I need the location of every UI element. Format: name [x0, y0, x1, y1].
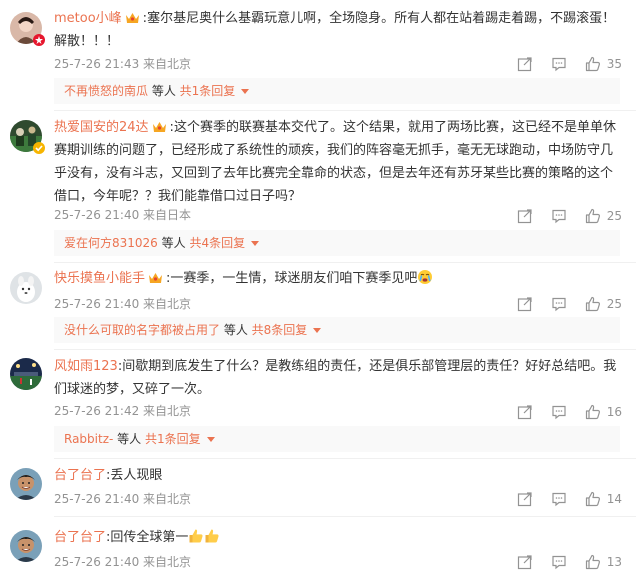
reply-username[interactable]: 爱在何方831026 [64, 236, 158, 250]
reply-username[interactable]: Rabbitz- [64, 432, 113, 446]
comment-username[interactable]: 热爱国安的24达 [54, 120, 149, 135]
comment-icon[interactable] [551, 56, 567, 72]
comment-meta: 25-7-26 21:43 来自北京 [54, 57, 192, 71]
comment-meta: 25-7-26 21:40 来自日本 [54, 208, 192, 222]
like-count: 25 [606, 209, 622, 223]
comment-username[interactable]: 快乐摸鱼小能手 [54, 271, 145, 286]
share-icon[interactable] [517, 296, 533, 312]
comment-actions: 35 [517, 55, 622, 73]
crown-badge-icon [152, 122, 166, 132]
caret-down-icon [206, 437, 215, 442]
avatar[interactable] [10, 272, 42, 304]
reply-mid-text: 等人 [157, 236, 190, 250]
like-button[interactable]: 16 [585, 404, 622, 420]
thumbs-up-emoji-icon [205, 529, 219, 543]
reply-count[interactable]: 共4条回复 [189, 236, 245, 250]
divider [54, 110, 636, 111]
thumbs-up-icon [585, 404, 600, 420]
comment-actions: 13 [517, 553, 622, 571]
like-count: 16 [606, 405, 622, 419]
like-button[interactable]: 14 [585, 491, 622, 507]
caret-down-icon [241, 89, 250, 94]
like-count: 14 [606, 492, 622, 506]
comment-meta: 25-7-26 21:40 来自北京 [54, 555, 192, 569]
reply-summary[interactable]: Rabbitz- 等人 共1条回复 [54, 426, 620, 452]
verified-badge-icon [33, 34, 45, 46]
comment-meta: 25-7-26 21:40 来自北京 [54, 492, 192, 506]
comment-icon[interactable] [551, 404, 567, 420]
crown-badge-icon [125, 13, 139, 23]
crown-badge-icon [149, 273, 163, 283]
comment-username[interactable]: 台了台了 [54, 468, 106, 483]
reply-mid-text: 等人 [148, 84, 180, 98]
share-icon[interactable] [517, 404, 533, 420]
avatar[interactable] [10, 468, 42, 500]
comment-icon[interactable] [551, 296, 567, 312]
comment-meta: 25-7-26 21:42 来自北京 [54, 404, 192, 418]
like-count: 35 [606, 57, 622, 71]
comment-icon[interactable] [551, 554, 567, 570]
thumbs-up-icon [585, 208, 600, 224]
reply-summary[interactable]: 不再愤怒的南瓜 等人 共1条回复 [54, 78, 620, 104]
reply-count[interactable]: 共1条回复 [180, 84, 236, 98]
thumbs-up-icon [585, 554, 600, 570]
avatar[interactable] [10, 530, 42, 562]
comment-actions: 14 [517, 490, 622, 508]
comment-text: metoo小峰:塞尔基尼奥什么基霸玩意儿啊，全场隐身。所有人都在站着踢走着踢，不… [54, 7, 620, 53]
comment-actions: 25 [517, 295, 622, 313]
like-count: 13 [606, 555, 622, 569]
comment-text: 台了台了:回传全球第一 [54, 526, 620, 549]
reply-summary[interactable]: 没什么可取的名字都被占用了 等人 共8条回复 [54, 317, 620, 343]
share-icon[interactable] [517, 491, 533, 507]
like-button[interactable]: 13 [585, 554, 622, 570]
divider [54, 262, 636, 263]
comment-username[interactable]: 台了台了 [54, 530, 106, 545]
thumbs-up-icon [585, 296, 600, 312]
comment-icon[interactable] [551, 491, 567, 507]
verified-badge-icon [33, 142, 45, 154]
comment-username[interactable]: 风如雨123 [54, 359, 118, 374]
comment-icon[interactable] [551, 208, 567, 224]
comment-text: 台了台了:丢人现眼 [54, 464, 620, 487]
comment-body: 回传全球第一 [110, 530, 189, 545]
thumbs-up-icon [585, 56, 600, 72]
crying-face-icon [418, 270, 433, 284]
like-count: 25 [606, 297, 622, 311]
comment-text: 快乐摸鱼小能手:一赛季，一生情，球迷朋友们咱下赛季见吧 [54, 267, 620, 290]
comment-body: 间歇期到底发生了什么？是教练组的责任，还是俱乐部管理层的责任？好好总结吧。我们球… [54, 359, 617, 397]
share-icon[interactable] [517, 208, 533, 224]
caret-down-icon [251, 241, 260, 246]
comment-text: 热爱国安的24达:这个赛季的联赛基本交代了。这个结果，就用了两场比赛，这已经不是… [54, 116, 620, 208]
reply-mid-text: 等人 [220, 323, 252, 337]
comment-text: 风如雨123:间歇期到底发生了什么？是教练组的责任，还是俱乐部管理层的责任？好好… [54, 355, 620, 401]
divider [54, 349, 636, 350]
comment-username[interactable]: metoo小峰 [54, 11, 122, 26]
divider [54, 458, 636, 459]
comment-actions: 25 [517, 207, 622, 225]
like-button[interactable]: 25 [585, 296, 622, 312]
comment-actions: 16 [517, 403, 622, 421]
reply-username[interactable]: 不再愤怒的南瓜 [64, 84, 148, 98]
reply-mid-text: 等人 [113, 432, 145, 446]
comment-body: 丢人现眼 [110, 468, 163, 483]
thumbs-up-icon [585, 491, 600, 507]
caret-down-icon [313, 328, 322, 333]
share-icon[interactable] [517, 554, 533, 570]
comment-meta: 25-7-26 21:40 来自北京 [54, 297, 192, 311]
reply-username[interactable]: 没什么可取的名字都被占用了 [64, 323, 220, 337]
like-button[interactable]: 25 [585, 208, 622, 224]
thumbs-up-emoji-icon [189, 529, 203, 543]
avatar[interactable] [10, 358, 42, 390]
comment-body: 一赛季，一生情，球迷朋友们咱下赛季见吧 [170, 271, 418, 286]
divider [54, 516, 636, 517]
reply-count[interactable]: 共8条回复 [252, 323, 308, 337]
reply-count[interactable]: 共1条回复 [145, 432, 201, 446]
like-button[interactable]: 35 [585, 56, 622, 72]
share-icon[interactable] [517, 56, 533, 72]
reply-summary[interactable]: 爱在何方831026 等人 共4条回复 [54, 230, 620, 256]
